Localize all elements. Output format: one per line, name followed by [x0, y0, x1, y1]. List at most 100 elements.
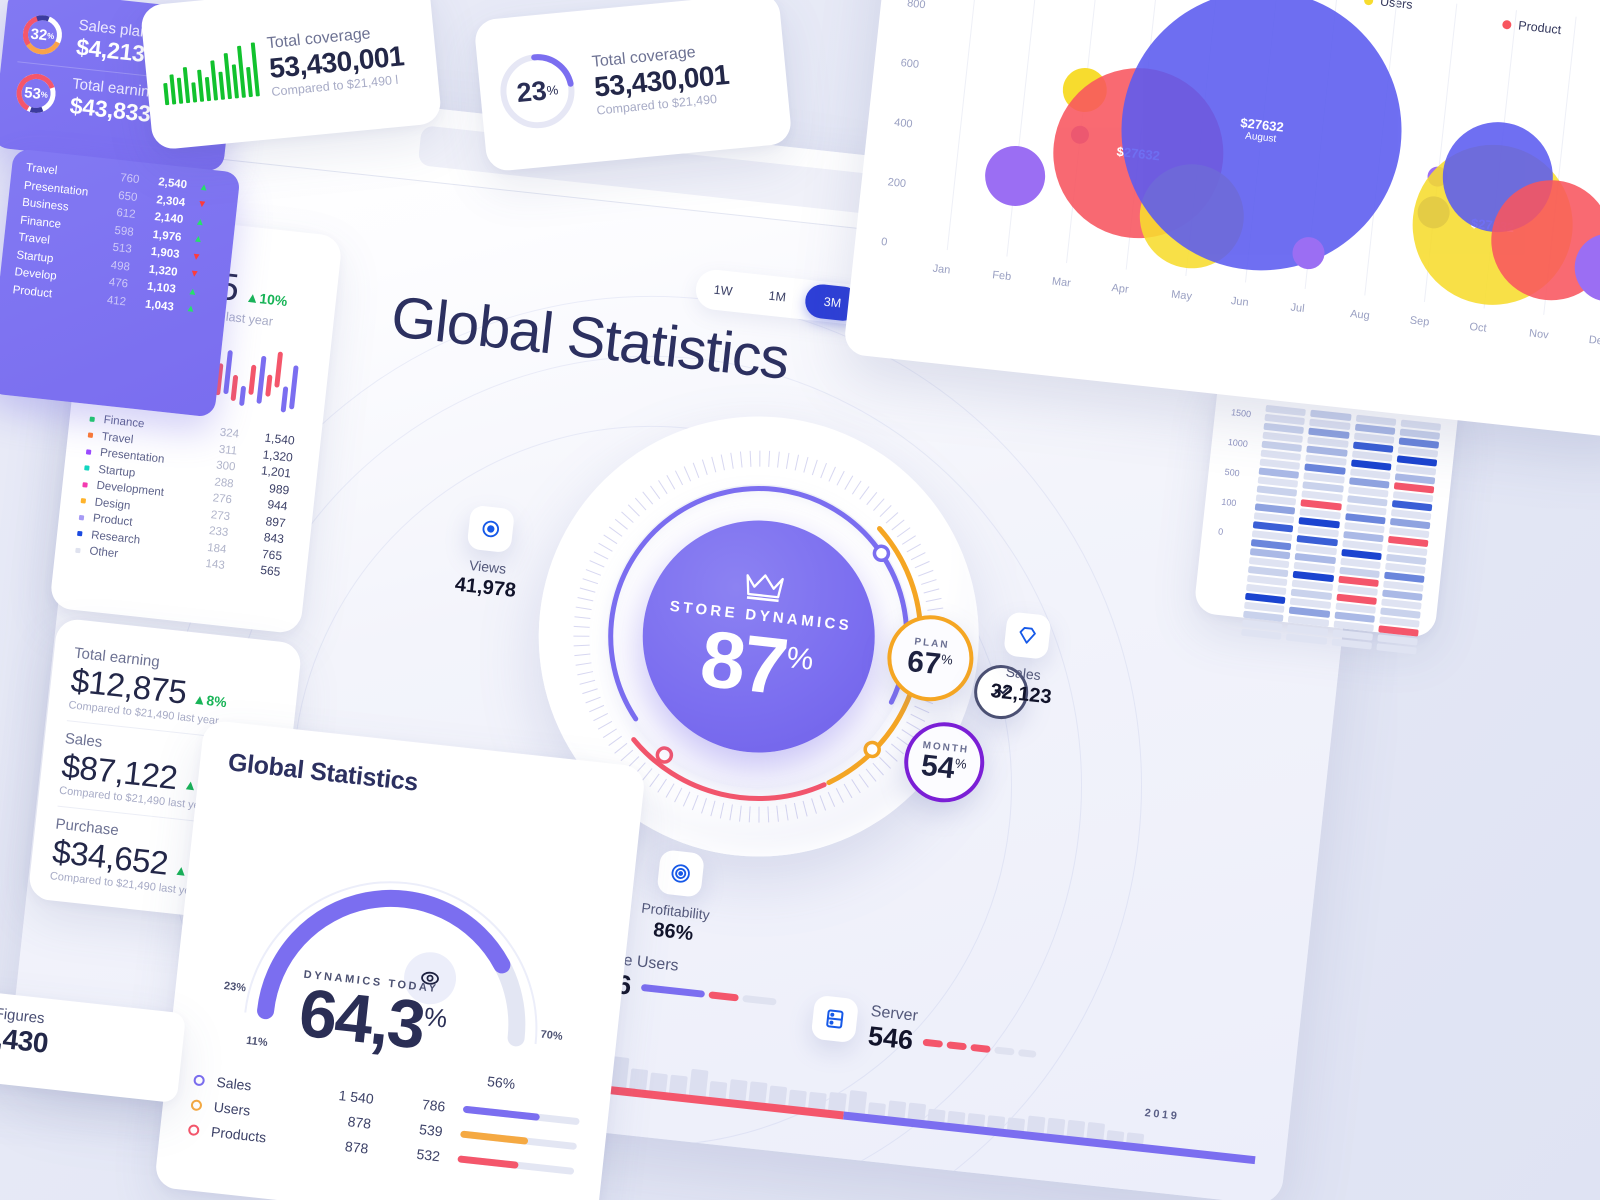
diamond-icon	[1019, 627, 1036, 644]
row-trend-icon: ▲	[187, 285, 199, 298]
gs-legend-ring	[193, 1073, 206, 1086]
row-name: Finance	[19, 214, 62, 231]
period-option-1w[interactable]: 1W	[694, 268, 753, 314]
candlestick-bar	[274, 351, 284, 388]
earning-legend-list: Finance 324 1,540 Travel 311 1,320 Presentatio…	[75, 412, 302, 580]
bubble-x-tick: Apr	[1110, 282, 1130, 296]
legend-value-a: 311	[218, 443, 238, 458]
row-name: Travel	[25, 161, 58, 178]
eye-target-icon	[482, 520, 500, 538]
candlestick-bar	[248, 364, 257, 396]
legend-value-a: 324	[219, 426, 240, 441]
candlestick-bar	[255, 355, 267, 404]
sparkline-bar	[223, 52, 232, 99]
bubble-x-tick: Jun	[1230, 295, 1250, 309]
sparkline-bar	[176, 77, 184, 104]
row-value-a: 650	[117, 189, 139, 204]
sparkline-bar	[197, 69, 205, 102]
candlestick-bar	[280, 386, 289, 413]
kpi0-delta: ▲8%	[191, 690, 228, 711]
legend-value-a: 276	[212, 492, 233, 507]
gs-legend-value-a: 878	[344, 1138, 370, 1157]
heatmap-cell	[1376, 643, 1417, 655]
row-value-a: 612	[115, 206, 137, 221]
purple-table-card: Travel 760 2,540 ▲ Presentation 650 2,304 ▼ Busi…	[0, 148, 241, 418]
gs-value: 64,3%	[295, 974, 447, 1064]
server-icon-box	[810, 994, 860, 1044]
bubble-x-tick: Oct	[1468, 320, 1488, 335]
row-value-a: 476	[108, 276, 129, 291]
row-trend-icon: ▲	[185, 302, 197, 315]
row-value-b: 1,976	[152, 228, 182, 244]
bubble-y-tick: 600	[900, 56, 920, 71]
sparkline-bar	[169, 73, 177, 105]
server-value: 546	[866, 1020, 915, 1056]
earning-delta: ▲10%	[244, 288, 289, 310]
row-trend-icon: ▼	[196, 198, 208, 211]
gs-legend-value-b: 532	[415, 1145, 441, 1165]
total-earning-ring: 53%	[12, 69, 60, 117]
gs-legend-value-a: 1 540	[337, 1087, 375, 1107]
row-trend-icon: ▲	[194, 215, 206, 228]
row-name: Product	[12, 283, 53, 300]
bubble-x-tick: Jul	[1289, 301, 1306, 315]
legend-color-dot	[77, 530, 83, 537]
profitability-icon-box	[656, 849, 705, 898]
views-icon-box	[466, 504, 516, 554]
sparkline-bar	[231, 63, 239, 99]
legend-color-dot	[80, 498, 87, 504]
bubble-y-tick: 400	[893, 116, 914, 131]
bubble-sublabel: August	[1244, 130, 1277, 145]
legend-value-b: 565	[259, 562, 282, 579]
row-value-a: 498	[110, 259, 131, 274]
heatmap-axis-tick: 1500	[1230, 407, 1252, 420]
row-value-a: 412	[106, 293, 127, 308]
legend-color-dot	[87, 432, 94, 438]
bubble-x-tick: Sep	[1409, 314, 1430, 329]
row-value-b: 2,140	[153, 211, 184, 227]
gs-legend-value-a: 878	[346, 1113, 372, 1132]
heatmap-axis-tick: 100	[1220, 496, 1237, 509]
legend-value-a: 288	[213, 475, 235, 490]
global-statistics-card: Global Statistics 23% 11% 70% 56% DYNAMI…	[153, 719, 647, 1200]
row-name: Startup	[15, 248, 54, 265]
bubble-y-tick: 200	[887, 176, 907, 191]
gs-mark-right-outer: 70%	[539, 1028, 564, 1043]
gs-legend-ring	[190, 1098, 203, 1111]
heatmap-grid	[1241, 404, 1442, 655]
legend-value-a: 233	[208, 525, 229, 540]
row-value-b: 2,304	[155, 193, 186, 209]
bubble-x-tick: Feb	[991, 269, 1012, 284]
gs-mark-right-inner: 56%	[486, 1073, 517, 1093]
row-value-a: 760	[119, 172, 140, 187]
gs-legend-list: Sales 1 540 786 Users 878 539 Products 878 532	[187, 1071, 580, 1179]
bubble-x-tick: May	[1170, 288, 1193, 303]
row-value-b: 2,540	[157, 176, 188, 192]
target-icon	[671, 864, 690, 883]
gs-mark-left-inner: 11%	[245, 1034, 269, 1050]
row-trend-icon: ▼	[190, 250, 202, 263]
legend-color-dot	[89, 416, 95, 422]
row-trend-icon: ▲	[192, 233, 204, 246]
row-name: Presentation	[23, 179, 89, 199]
row-value-b: 1,903	[150, 245, 181, 261]
legend-color-dot	[84, 465, 90, 471]
bubble-x-tick: Mar	[1051, 275, 1072, 290]
gs-legend-value-b: 539	[418, 1121, 444, 1140]
gauge-core-value: 87%	[696, 613, 814, 711]
screenshot-root: ORION Stati 1W 1M 3M 1Y Global Statistic…	[0, 0, 1600, 1200]
legend-color-dot	[78, 514, 85, 520]
candlestick-bar	[238, 385, 246, 407]
legend-value-a: 143	[204, 557, 226, 572]
sparkline-bar	[210, 59, 219, 101]
row-value-b: 1,320	[148, 263, 179, 279]
bubble-point[interactable]	[982, 142, 1049, 210]
legend-color-dot	[85, 448, 92, 455]
period-option-1m[interactable]: 1M	[748, 274, 807, 320]
gs-legend-bar	[462, 1105, 580, 1125]
heatmap-axis-tick: 500	[1224, 466, 1241, 479]
row-name: Travel	[17, 231, 51, 247]
bubble-x-tick: Nov	[1528, 327, 1550, 342]
month-badge-value: 54%	[919, 748, 968, 785]
candlestick-bar	[265, 374, 273, 397]
